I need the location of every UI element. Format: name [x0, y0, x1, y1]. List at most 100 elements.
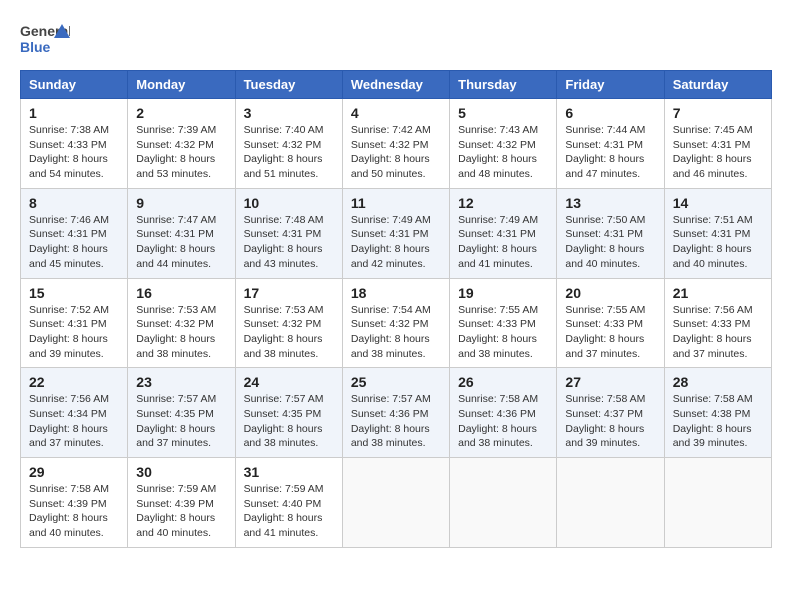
- calendar-week-4: 22 Sunrise: 7:56 AMSunset: 4:34 PMDayligh…: [21, 368, 772, 458]
- calendar-cell: [450, 458, 557, 548]
- day-number: 25: [351, 374, 441, 390]
- day-number: 28: [673, 374, 763, 390]
- day-number: 21: [673, 285, 763, 301]
- day-info: Sunrise: 7:39 AMSunset: 4:32 PMDaylight:…: [136, 123, 226, 182]
- day-number: 23: [136, 374, 226, 390]
- calendar-cell: 20Sunrise: 7:55 AMSunset: 4:33 PMDayligh…: [557, 278, 664, 368]
- day-info: Sunrise: 7:53 AMSunset: 4:32 PMDaylight:…: [136, 303, 226, 362]
- calendar-week-2: 8 Sunrise: 7:46 AMSunset: 4:31 PMDaylight…: [21, 188, 772, 278]
- calendar-header-sunday: Sunday: [21, 71, 128, 99]
- logo-svg: General Blue: [20, 20, 70, 60]
- day-info: Sunrise: 7:56 AMSunset: 4:33 PMDaylight:…: [673, 303, 763, 362]
- day-info: Sunrise: 7:58 AMSunset: 4:36 PMDaylight:…: [458, 392, 548, 451]
- calendar-cell: 13Sunrise: 7:50 AMSunset: 4:31 PMDayligh…: [557, 188, 664, 278]
- calendar-cell: 7 Sunrise: 7:45 AMSunset: 4:31 PMDaylight…: [664, 99, 771, 189]
- calendar-cell: 3Sunrise: 7:40 AMSunset: 4:32 PMDaylight…: [235, 99, 342, 189]
- day-info: Sunrise: 7:57 AMSunset: 4:35 PMDaylight:…: [136, 392, 226, 451]
- calendar-cell: 26 Sunrise: 7:58 AMSunset: 4:36 PMDayligh…: [450, 368, 557, 458]
- calendar-week-1: 1 Sunrise: 7:38 AMSunset: 4:33 PMDaylight…: [21, 99, 772, 189]
- calendar-cell: 11Sunrise: 7:49 AMSunset: 4:31 PMDayligh…: [342, 188, 449, 278]
- day-info: Sunrise: 7:55 AMSunset: 4:33 PMDaylight:…: [458, 303, 548, 362]
- day-number: 18: [351, 285, 441, 301]
- calendar-cell: 15 Sunrise: 7:52 AMSunset: 4:31 PMDayligh…: [21, 278, 128, 368]
- day-info: Sunrise: 7:48 AMSunset: 4:31 PMDaylight:…: [244, 213, 334, 272]
- day-info: Sunrise: 7:51 AMSunset: 4:31 PMDaylight:…: [673, 213, 763, 272]
- day-number: 27: [565, 374, 655, 390]
- calendar-cell: [342, 458, 449, 548]
- day-number: 1: [29, 105, 119, 121]
- day-number: 15: [29, 285, 119, 301]
- calendar-cell: 12 Sunrise: 7:49 AMSunset: 4:31 PMDayligh…: [450, 188, 557, 278]
- day-number: 14: [673, 195, 763, 211]
- calendar-cell: 25 Sunrise: 7:57 AMSunset: 4:36 PMDayligh…: [342, 368, 449, 458]
- day-info: Sunrise: 7:52 AMSunset: 4:31 PMDaylight:…: [29, 303, 119, 362]
- day-info: Sunrise: 7:59 AMSunset: 4:40 PMDaylight:…: [244, 482, 334, 541]
- day-number: 31: [244, 464, 334, 480]
- calendar-cell: 6 Sunrise: 7:44 AMSunset: 4:31 PMDaylight…: [557, 99, 664, 189]
- calendar-cell: 17 Sunrise: 7:53 AMSunset: 4:32 PMDayligh…: [235, 278, 342, 368]
- day-info: Sunrise: 7:58 AMSunset: 4:38 PMDaylight:…: [673, 392, 763, 451]
- day-info: Sunrise: 7:44 AMSunset: 4:31 PMDaylight:…: [565, 123, 655, 182]
- day-number: 10: [244, 195, 334, 211]
- calendar-week-5: 29Sunrise: 7:58 AMSunset: 4:39 PMDayligh…: [21, 458, 772, 548]
- day-number: 8: [29, 195, 119, 211]
- day-info: Sunrise: 7:45 AMSunset: 4:31 PMDaylight:…: [673, 123, 763, 182]
- day-info: Sunrise: 7:59 AMSunset: 4:39 PMDaylight:…: [136, 482, 226, 541]
- logo: General Blue: [20, 20, 70, 60]
- day-number: 22: [29, 374, 119, 390]
- day-number: 9: [136, 195, 226, 211]
- day-info: Sunrise: 7:55 AMSunset: 4:33 PMDaylight:…: [565, 303, 655, 362]
- calendar-cell: 27 Sunrise: 7:58 AMSunset: 4:37 PMDayligh…: [557, 368, 664, 458]
- calendar-header-friday: Friday: [557, 71, 664, 99]
- day-number: 17: [244, 285, 334, 301]
- day-number: 30: [136, 464, 226, 480]
- calendar-header-thursday: Thursday: [450, 71, 557, 99]
- day-info: Sunrise: 7:56 AMSunset: 4:34 PMDaylight:…: [29, 392, 119, 451]
- day-info: Sunrise: 7:42 AMSunset: 4:32 PMDaylight:…: [351, 123, 441, 182]
- day-info: Sunrise: 7:57 AMSunset: 4:36 PMDaylight:…: [351, 392, 441, 451]
- calendar-cell: 18 Sunrise: 7:54 AMSunset: 4:32 PMDayligh…: [342, 278, 449, 368]
- calendar-cell: 1 Sunrise: 7:38 AMSunset: 4:33 PMDaylight…: [21, 99, 128, 189]
- day-info: Sunrise: 7:46 AMSunset: 4:31 PMDaylight:…: [29, 213, 119, 272]
- day-info: Sunrise: 7:47 AMSunset: 4:31 PMDaylight:…: [136, 213, 226, 272]
- calendar-cell: 30 Sunrise: 7:59 AMSunset: 4:39 PMDayligh…: [128, 458, 235, 548]
- calendar-cell: 29Sunrise: 7:58 AMSunset: 4:39 PMDayligh…: [21, 458, 128, 548]
- calendar-cell: 16 Sunrise: 7:53 AMSunset: 4:32 PMDayligh…: [128, 278, 235, 368]
- day-number: 12: [458, 195, 548, 211]
- day-info: Sunrise: 7:49 AMSunset: 4:31 PMDaylight:…: [351, 213, 441, 272]
- day-info: Sunrise: 7:53 AMSunset: 4:32 PMDaylight:…: [244, 303, 334, 362]
- day-info: Sunrise: 7:43 AMSunset: 4:32 PMDaylight:…: [458, 123, 548, 182]
- day-number: 29: [29, 464, 119, 480]
- calendar-cell: 8 Sunrise: 7:46 AMSunset: 4:31 PMDaylight…: [21, 188, 128, 278]
- day-number: 7: [673, 105, 763, 121]
- svg-text:Blue: Blue: [20, 39, 51, 55]
- day-info: Sunrise: 7:49 AMSunset: 4:31 PMDaylight:…: [458, 213, 548, 272]
- calendar-cell: 5 Sunrise: 7:43 AMSunset: 4:32 PMDaylight…: [450, 99, 557, 189]
- calendar-cell: 22 Sunrise: 7:56 AMSunset: 4:34 PMDayligh…: [21, 368, 128, 458]
- day-number: 13: [565, 195, 655, 211]
- day-info: Sunrise: 7:57 AMSunset: 4:35 PMDaylight:…: [244, 392, 334, 451]
- day-number: 6: [565, 105, 655, 121]
- calendar-cell: [664, 458, 771, 548]
- day-number: 26: [458, 374, 548, 390]
- day-number: 24: [244, 374, 334, 390]
- day-number: 16: [136, 285, 226, 301]
- calendar-cell: 31 Sunrise: 7:59 AMSunset: 4:40 PMDayligh…: [235, 458, 342, 548]
- calendar-header-monday: Monday: [128, 71, 235, 99]
- day-info: Sunrise: 7:38 AMSunset: 4:33 PMDaylight:…: [29, 123, 119, 182]
- calendar-cell: 2Sunrise: 7:39 AMSunset: 4:32 PMDaylight…: [128, 99, 235, 189]
- day-number: 5: [458, 105, 548, 121]
- calendar-header-saturday: Saturday: [664, 71, 771, 99]
- day-info: Sunrise: 7:58 AMSunset: 4:37 PMDaylight:…: [565, 392, 655, 451]
- calendar-week-3: 15 Sunrise: 7:52 AMSunset: 4:31 PMDayligh…: [21, 278, 772, 368]
- calendar-cell: 19Sunrise: 7:55 AMSunset: 4:33 PMDayligh…: [450, 278, 557, 368]
- calendar-cell: 28 Sunrise: 7:58 AMSunset: 4:38 PMDayligh…: [664, 368, 771, 458]
- calendar-cell: 21 Sunrise: 7:56 AMSunset: 4:33 PMDayligh…: [664, 278, 771, 368]
- day-number: 4: [351, 105, 441, 121]
- calendar-cell: 9 Sunrise: 7:47 AMSunset: 4:31 PMDaylight…: [128, 188, 235, 278]
- calendar-header-tuesday: Tuesday: [235, 71, 342, 99]
- day-number: 3: [244, 105, 334, 121]
- day-info: Sunrise: 7:54 AMSunset: 4:32 PMDaylight:…: [351, 303, 441, 362]
- calendar-cell: [557, 458, 664, 548]
- page-header: General Blue: [20, 20, 772, 60]
